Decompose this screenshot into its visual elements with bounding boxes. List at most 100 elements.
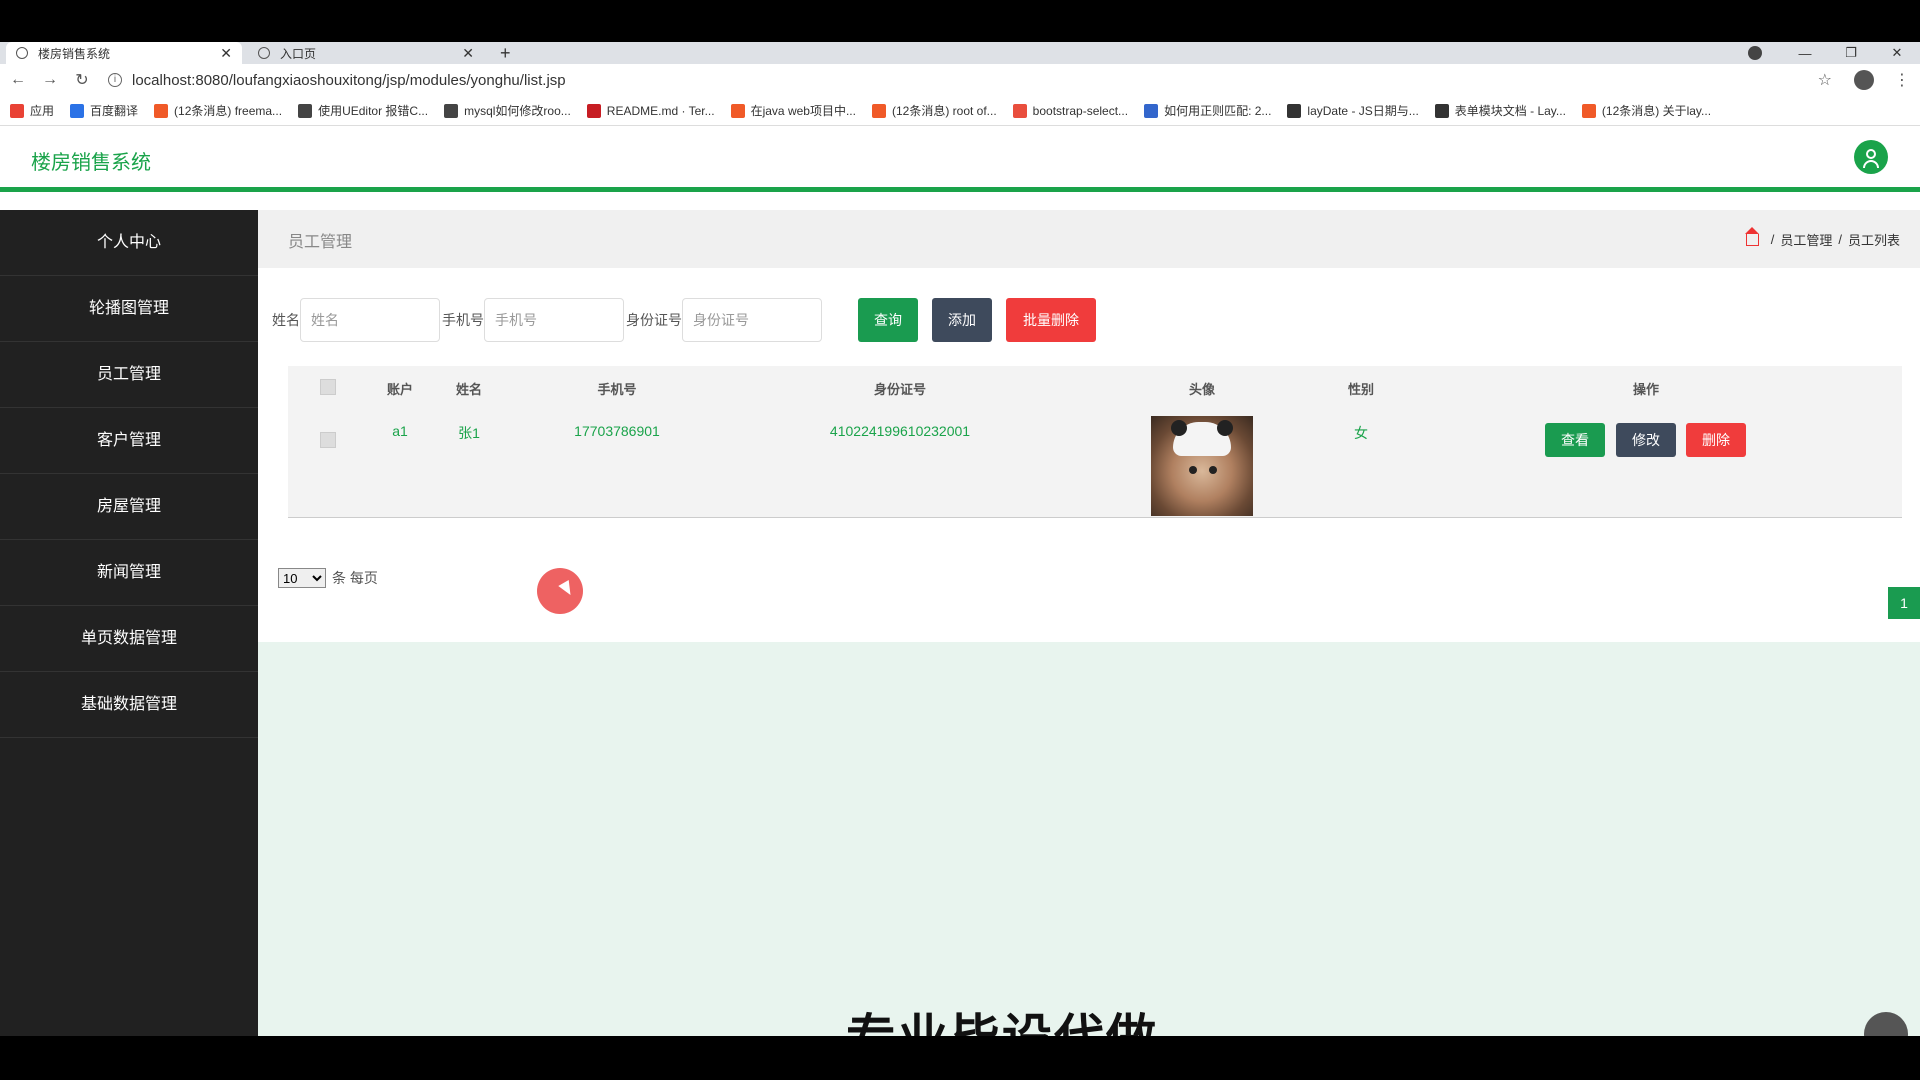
select-all-checkbox[interactable] <box>320 379 336 395</box>
user-body-shape <box>1863 160 1879 168</box>
apps-icon <box>10 103 24 118</box>
bookmark-label: (12条消息) 关于lay... <box>1601 104 1712 118</box>
sidebar-item-basic-data[interactable]: 基础数据管理 <box>0 672 258 738</box>
row-checkbox[interactable] <box>320 432 336 448</box>
bookmark-item[interactable]: (12条消息) 关于lay... <box>1581 102 1712 119</box>
sidebar-item-customers[interactable]: 客户管理 <box>0 408 258 474</box>
sidebar-item-personal-center[interactable]: 个人中心 <box>0 210 258 276</box>
title-bar: 员工管理 / 员工管理 / 员工列表 <box>258 210 1920 268</box>
bookmark-item[interactable]: README.md · Ter... <box>586 103 715 118</box>
bookmark-item[interactable]: (12条消息) root of... <box>871 102 997 119</box>
bookmark-item[interactable]: 如何用正则匹配: 2... <box>1144 102 1271 119</box>
bookmark-icon <box>1434 103 1449 118</box>
bookmark-label: (12条消息) root of... <box>891 104 997 118</box>
tab-title: 楼房销售系统 <box>38 46 111 61</box>
avatar-eye-shape <box>1189 466 1197 474</box>
home-icon[interactable] <box>1744 226 1759 246</box>
name-input[interactable] <box>300 298 440 342</box>
page-size-select[interactable]: 10 <box>278 568 326 588</box>
bookmark-icon <box>444 103 459 118</box>
breadcrumb-item[interactable]: 员工管理 <box>1780 230 1832 249</box>
restore-icon[interactable]: ❐ <box>1828 45 1874 61</box>
bookmark-icon <box>586 103 601 118</box>
sidebar-item-news[interactable]: 新闻管理 <box>0 540 258 606</box>
tab-entry[interactable]: 入口页 ✕ <box>248 42 484 64</box>
bookmarks-bar: 应用 百度翻译 (12条消息) freema... 使用UEditor 报错C... m… <box>0 96 1920 126</box>
minimize-icon[interactable]: — <box>1782 46 1828 61</box>
column-header: 手机号 <box>597 382 637 397</box>
sidebar-item-single-page[interactable]: 单页数据管理 <box>0 606 258 672</box>
idcard-cell: 410224199610232001 <box>829 423 971 439</box>
bookmark-item[interactable]: 表单模块文档 - Lay... <box>1434 102 1566 119</box>
scroll-top-icon[interactable] <box>1864 1012 1908 1036</box>
column-header: 操作 <box>1632 382 1660 397</box>
idcard-label: 身份证号 <box>626 312 682 328</box>
bookmark-label: layDate - JS日期与... <box>1307 104 1419 118</box>
view-button[interactable]: 查看 <box>1545 423 1605 457</box>
idcard-input[interactable] <box>682 298 822 342</box>
close-icon[interactable]: ✕ <box>462 45 474 62</box>
bookmark-item[interactable]: mysql如何修改roo... <box>444 102 571 119</box>
bookmark-item[interactable]: bootstrap-select... <box>1012 103 1128 118</box>
page-button[interactable]: 1 <box>1888 587 1920 619</box>
bookmark-icon <box>298 103 313 118</box>
more-icon[interactable]: ⋮ <box>1894 70 1910 90</box>
new-tab-icon[interactable]: + <box>500 42 511 64</box>
browser-window: 楼房销售系统 ✕ 入口页 ✕ + — ❐ ✕ ← → ↻ i localhost… <box>0 42 1920 1036</box>
bookmark-icon <box>70 103 85 118</box>
window-controls: — ❐ ✕ <box>1748 42 1920 64</box>
account-icon[interactable] <box>1854 70 1874 90</box>
search-form: 姓名 手机号 身份证号 查询 添加 批量删除 <box>272 298 1096 342</box>
address-bar: ← → ↻ i localhost:8080/loufangxiaoshouxi… <box>0 64 1920 96</box>
batch-delete-button[interactable]: 批量删除 <box>1006 298 1096 342</box>
name-label: 姓名 <box>272 312 300 328</box>
bookmark-item[interactable]: (12条消息) freema... <box>154 102 282 119</box>
user-icon[interactable] <box>1854 140 1888 174</box>
account-cell: a1 <box>392 423 408 439</box>
screen-frame: 楼房销售系统 ✕ 入口页 ✕ + — ❐ ✕ ← → ↻ i localhost… <box>0 0 1920 1080</box>
forward-icon[interactable]: → <box>34 71 66 89</box>
gender-cell: 女 <box>1354 425 1368 441</box>
bookmark-item[interactable]: 百度翻译 <box>70 102 138 119</box>
reload-icon[interactable]: ↻ <box>66 70 98 90</box>
sidebar-item-carousel[interactable]: 轮播图管理 <box>0 276 258 342</box>
page-size-control: 10 条 每页 <box>278 568 378 588</box>
breadcrumb-separator: / <box>1838 232 1842 247</box>
bookmark-label: 如何用正则匹配: 2... <box>1164 104 1272 118</box>
profile-menu-icon[interactable] <box>1748 46 1762 60</box>
tab-loufang[interactable]: 楼房销售系统 ✕ <box>6 42 242 64</box>
bookmark-label: 在java web项目中... <box>750 104 856 118</box>
bookmark-item[interactable]: 应用 <box>10 102 54 119</box>
back-icon[interactable]: ← <box>2 71 34 89</box>
tab-title: 入口页 <box>280 46 317 61</box>
edit-button[interactable]: 修改 <box>1616 423 1676 457</box>
bookmark-icon <box>730 103 745 118</box>
column-header: 身份证号 <box>873 382 927 397</box>
info-icon[interactable]: i <box>108 73 122 87</box>
bookmark-item[interactable]: layDate - JS日期与... <box>1287 102 1419 119</box>
bookmark-icon <box>1012 103 1027 118</box>
breadcrumb: / 员工管理 / 员工列表 <box>1744 226 1900 249</box>
delete-button[interactable]: 删除 <box>1686 423 1746 457</box>
query-button[interactable]: 查询 <box>858 298 918 342</box>
bookmark-item[interactable]: 在java web项目中... <box>730 102 856 119</box>
star-icon[interactable]: ☆ <box>1818 70 1832 90</box>
close-window-icon[interactable]: ✕ <box>1874 45 1920 61</box>
sidebar-item-employees[interactable]: 员工管理 <box>0 342 258 408</box>
tab-bar: 楼房销售系统 ✕ 入口页 ✕ + — ❐ ✕ <box>0 42 1920 64</box>
bookmark-icon <box>871 103 886 118</box>
add-button[interactable]: 添加 <box>932 298 992 342</box>
sidebar-item-houses[interactable]: 房屋管理 <box>0 474 258 540</box>
page-size-suffix: 条 每页 <box>332 570 378 586</box>
app-title: 楼房销售系统 <box>31 152 151 174</box>
phone-input[interactable] <box>484 298 624 342</box>
main-content: 员工管理 / 员工管理 / 员工列表 姓名 手机号 身份证号 查询 添加 批量删… <box>258 210 1920 1036</box>
url-text: localhost:8080/loufangxiaoshouxitong/jsp… <box>132 71 566 89</box>
globe-icon <box>258 47 270 59</box>
close-icon[interactable]: ✕ <box>220 45 232 62</box>
site-icon <box>16 47 28 59</box>
click-indicator <box>537 568 583 614</box>
bookmark-item[interactable]: 使用UEditor 报错C... <box>298 102 428 119</box>
url-field[interactable]: i localhost:8080/loufangxiaoshouxitong/j… <box>108 67 1818 93</box>
phone-label: 手机号 <box>442 312 484 328</box>
